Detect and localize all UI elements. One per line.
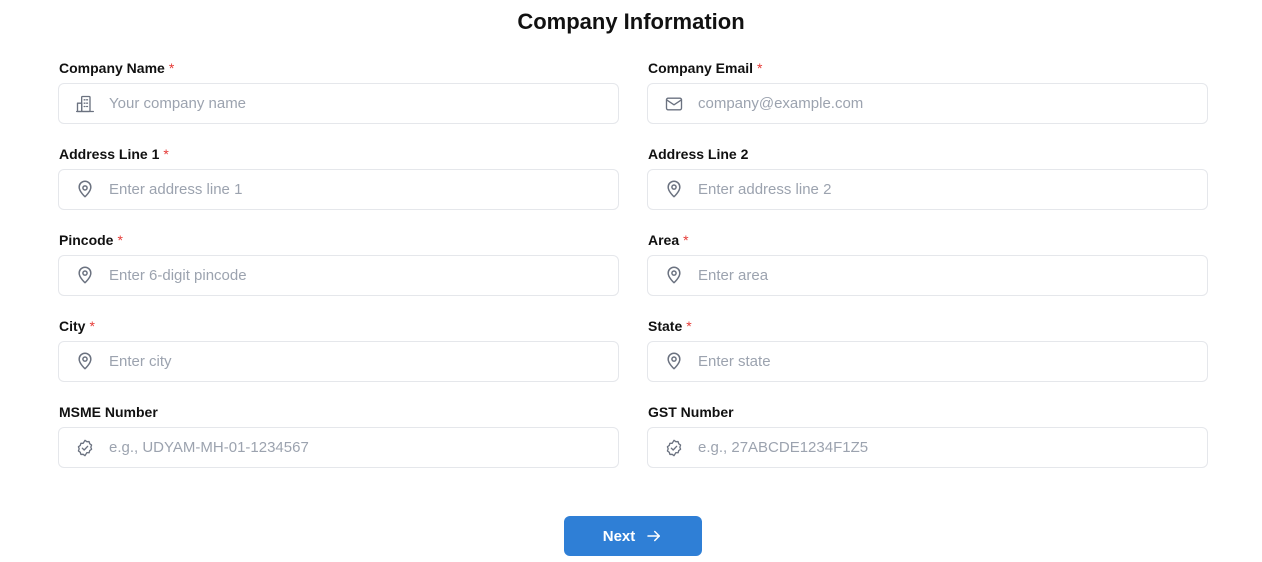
pincode-input-box[interactable] [58,255,619,296]
pincode-input[interactable] [109,257,609,294]
gst-number-input[interactable] [698,429,1198,466]
address-line-1-input-box[interactable] [58,169,619,210]
required-asterisk: * [683,232,689,248]
verified-badge-icon [664,438,684,458]
state-input-box[interactable] [647,341,1208,382]
area-input[interactable] [698,257,1198,294]
gst-number-label: GST Number [648,404,734,420]
address-line-2-input-box[interactable] [647,169,1208,210]
company-email-input-box[interactable] [647,83,1208,124]
map-pin-icon [664,180,684,200]
state-input[interactable] [698,343,1198,380]
verified-badge-icon [75,438,95,458]
required-asterisk: * [117,232,123,248]
map-pin-icon [75,266,95,286]
next-button-label: Next [602,527,636,545]
city-input-box[interactable] [58,341,619,382]
gst-number-input-box[interactable] [647,427,1208,468]
required-asterisk: * [89,318,95,334]
map-pin-icon [664,266,684,286]
city-input[interactable] [109,343,609,380]
mail-icon [664,94,684,114]
company-name-input-box[interactable] [58,83,619,124]
required-asterisk: * [163,146,169,162]
area-label: Area * [648,232,689,248]
address-line-2-label: Address Line 2 [648,146,749,162]
company-name-input[interactable] [109,85,609,122]
company-email-label: Company Email * [648,60,763,76]
arrow-right-icon [645,527,663,545]
required-asterisk: * [757,60,763,76]
state-label: State * [648,318,692,334]
company-name-label: Company Name * [59,60,175,76]
company-email-input[interactable] [698,85,1198,122]
next-button[interactable]: Next [564,516,702,556]
map-pin-icon [75,352,95,372]
required-asterisk: * [686,318,692,334]
address-line-2-input[interactable] [698,171,1198,208]
msme-number-label: MSME Number [59,404,158,420]
pincode-label: Pincode * [59,232,123,248]
msme-number-input[interactable] [109,429,609,466]
city-label: City * [59,318,95,334]
map-pin-icon [664,352,684,372]
page-title: Company Information [517,9,745,34]
building-icon [75,94,95,114]
required-asterisk: * [168,60,175,76]
map-pin-icon [75,180,95,200]
address-line-1-input[interactable] [109,171,609,208]
address-line-1-label: Address Line 1 * [59,146,169,162]
area-input-box[interactable] [647,255,1208,296]
msme-number-input-box[interactable] [58,427,619,468]
